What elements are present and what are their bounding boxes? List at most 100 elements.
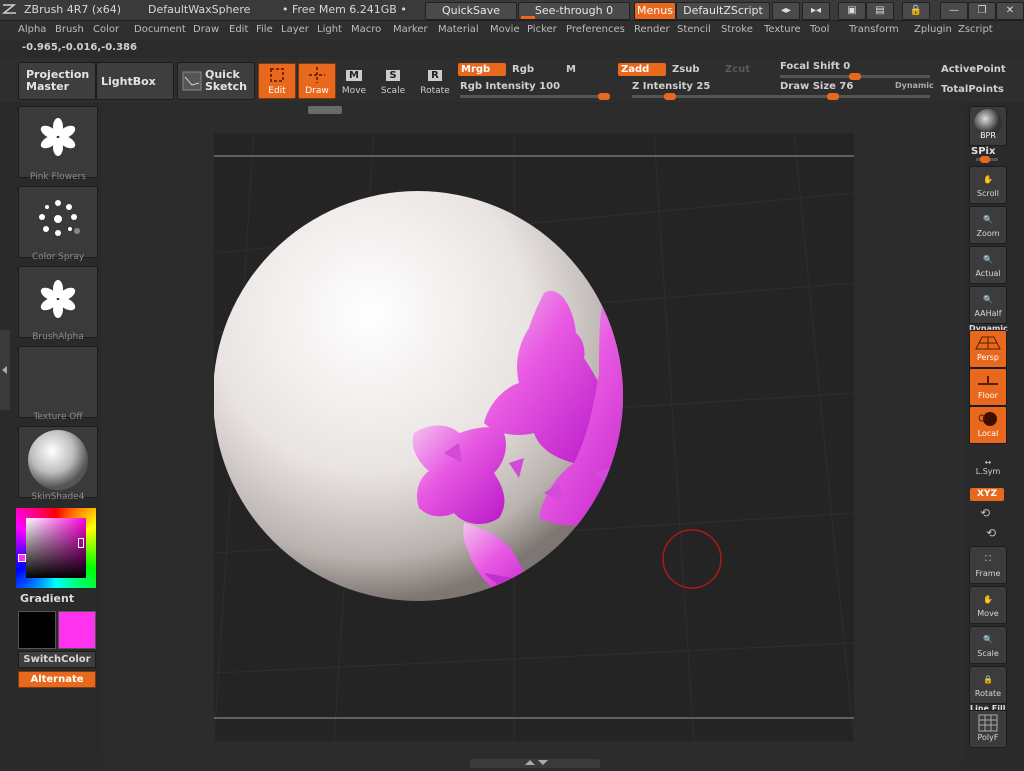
color-marker[interactable] [18, 554, 26, 562]
y-rotate-icon[interactable]: ⟲ [980, 506, 990, 520]
material-thumbnail[interactable] [18, 426, 98, 498]
polyf-button[interactable]: PolyF [969, 710, 1007, 748]
menu-zplugin[interactable]: Zplugin [914, 24, 952, 35]
menu-preferences[interactable]: Preferences [566, 24, 625, 35]
dynamic-toggle[interactable]: Dynamic [895, 81, 934, 90]
move-view-button[interactable]: ✋ Move [969, 586, 1007, 624]
menu-render[interactable]: Render [634, 24, 670, 35]
stroke-thumbnail[interactable] [18, 186, 98, 258]
scale-button[interactable]: S Scale [375, 64, 411, 96]
lock-icon[interactable]: 🔒 [902, 2, 930, 20]
lightbox-button[interactable]: LightBox [96, 62, 174, 100]
left-tray-handle[interactable] [0, 330, 10, 410]
horizontal-scroll-thumb[interactable] [308, 106, 342, 114]
draw-button[interactable]: Draw [298, 63, 336, 99]
quick-sketch-button[interactable]: Quick Sketch [177, 62, 255, 100]
menu-material[interactable]: Material [438, 24, 479, 35]
main-color-swatch[interactable] [58, 611, 96, 649]
m-toggle[interactable]: M [566, 64, 576, 75]
menu-brush[interactable]: Brush [55, 24, 84, 35]
menu-transform[interactable]: Transform [849, 24, 899, 35]
menu-picker[interactable]: Picker [527, 24, 557, 35]
brush-thumbnail[interactable] [18, 106, 98, 178]
menu-layer[interactable]: Layer [281, 24, 309, 35]
layout-alt-icon[interactable]: ▤ [866, 2, 894, 20]
focal-shift-slider[interactable] [780, 73, 930, 80]
alpha-thumbnail[interactable] [18, 266, 98, 338]
menu-document[interactable]: Document [134, 24, 186, 35]
zoom-button[interactable]: 🔍 Zoom [969, 206, 1007, 244]
polyf-label: PolyF [977, 733, 999, 742]
rgb-toggle[interactable]: Rgb [512, 64, 534, 75]
menu-texture[interactable]: Texture [764, 24, 801, 35]
scroll-button[interactable]: ✋ Scroll [969, 166, 1007, 204]
draw-size-slider[interactable] [780, 93, 930, 100]
texture-thumbnail[interactable] [18, 346, 98, 418]
draw-size-knob[interactable] [826, 93, 839, 100]
alternate-button[interactable]: Alternate [18, 671, 96, 688]
persp-button[interactable]: Persp [969, 330, 1007, 368]
zcut-toggle[interactable]: Zcut [725, 64, 750, 75]
scroll-left-icon[interactable]: ◂▸ [772, 2, 800, 20]
layout-icon[interactable]: ▣ [838, 2, 866, 20]
rgb-intensity-slider[interactable] [460, 93, 610, 100]
scroll-right-icon[interactable]: ▸◂ [802, 2, 830, 20]
quicksave-button[interactable]: QuickSave [425, 2, 517, 20]
menu-file[interactable]: File [256, 24, 273, 35]
focal-shift-knob[interactable] [849, 73, 861, 80]
z-intensity-knob[interactable] [663, 93, 676, 100]
default-zscript-button[interactable]: DefaultZScript [676, 2, 770, 20]
rgb-intensity-knob[interactable] [598, 93, 610, 100]
move-button[interactable]: M Move [336, 64, 372, 96]
bottom-tray-handle[interactable] [470, 759, 600, 768]
local-button[interactable]: Local [969, 406, 1007, 444]
menu-movie[interactable]: Movie [490, 24, 520, 35]
rotate-view-button[interactable]: 🔒 Rotate [969, 666, 1007, 704]
rotate-lock-icon: 🔒 [983, 674, 993, 684]
menu-edit[interactable]: Edit [229, 24, 248, 35]
aahalf-button[interactable]: 🔍 AAHalf [969, 286, 1007, 324]
menu-stroke[interactable]: Stroke [721, 24, 753, 35]
projection-master-button[interactable]: Projection Master [18, 62, 96, 100]
saturation-square[interactable] [26, 518, 86, 578]
menu-marker[interactable]: Marker [393, 24, 428, 35]
lsym-button[interactable]: ↔ L.Sym [970, 458, 1006, 476]
menu-stencil[interactable]: Stencil [677, 24, 711, 35]
spix-knob[interactable] [980, 156, 990, 163]
z-rotate-icon[interactable]: ⟲ [986, 526, 996, 540]
menu-zscript[interactable]: Zscript [958, 24, 993, 35]
mrgb-toggle[interactable]: Mrgb [458, 63, 506, 76]
active-points-label: ActivePoint [941, 64, 1006, 75]
zadd-toggle[interactable]: Zadd [618, 63, 666, 76]
minimize-icon[interactable]: — [940, 2, 968, 20]
hue-marker[interactable] [78, 538, 84, 548]
rotate-button[interactable]: R Rotate [417, 64, 453, 96]
restore-icon[interactable]: ❐ [968, 2, 996, 20]
menu-light[interactable]: Light [317, 24, 342, 35]
frame-button[interactable]: ⛶ Frame [969, 546, 1007, 584]
menu-macro[interactable]: Macro [351, 24, 381, 35]
zsub-toggle[interactable]: Zsub [672, 64, 699, 75]
color-picker[interactable] [16, 508, 96, 588]
spix-slider[interactable] [976, 156, 998, 163]
secondary-color-swatch[interactable] [18, 611, 56, 649]
z-intensity-slider[interactable] [632, 93, 782, 100]
close-icon[interactable]: ✕ [996, 2, 1024, 20]
floor-button[interactable]: Floor [969, 368, 1007, 406]
gradient-label[interactable]: Gradient [20, 592, 74, 605]
rotate-icon: R [417, 64, 453, 86]
menus-button[interactable]: Menus [634, 2, 676, 20]
see-through-slider[interactable]: See-through 0 [518, 2, 630, 20]
menu-color[interactable]: Color [93, 24, 119, 35]
bpr-button[interactable]: BPR [969, 106, 1007, 146]
scale-view-button[interactable]: 🔍 Scale [969, 626, 1007, 664]
menu-alpha[interactable]: Alpha [18, 24, 46, 35]
menu-draw[interactable]: Draw [193, 24, 219, 35]
menu-tool[interactable]: Tool [810, 24, 829, 35]
document-canvas[interactable] [213, 132, 855, 742]
floor-label: Floor [978, 391, 998, 400]
xyz-rotate-toggle[interactable]: XYZ [970, 488, 1004, 501]
actual-button[interactable]: 🔍 Actual [969, 246, 1007, 284]
switch-color-button[interactable]: SwitchColor [18, 651, 96, 668]
edit-button[interactable]: Edit [258, 63, 296, 99]
